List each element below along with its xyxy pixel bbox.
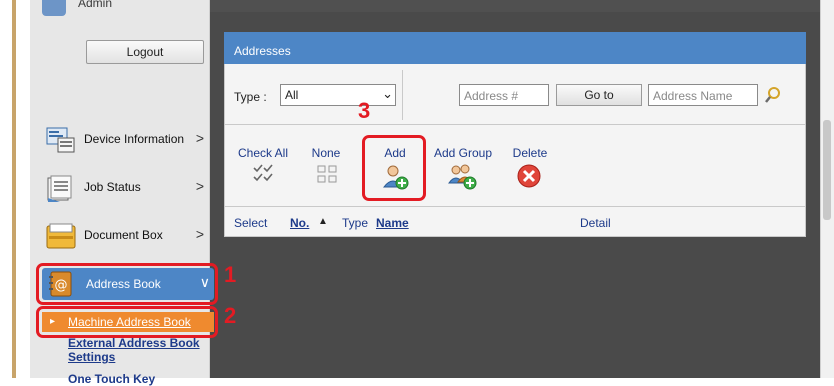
address-number-placeholder: Address #	[464, 89, 519, 103]
callout-number-2: 2	[224, 303, 237, 328]
sidebar-subitem-partial[interactable]: One Touch Key	[68, 372, 155, 386]
search-icon[interactable]	[764, 86, 782, 104]
delete-label: Delete	[512, 146, 548, 160]
chevron-right-icon: >	[195, 226, 204, 242]
column-type: Type	[342, 216, 369, 230]
scrollbar-thumb[interactable]	[823, 120, 831, 220]
column-name-sort[interactable]: Name	[376, 216, 409, 230]
user-icon	[42, 0, 66, 16]
delete-icon	[516, 163, 542, 192]
user-name: Admin	[78, 0, 113, 10]
logout-button[interactable]: Logout	[86, 40, 204, 64]
callout-box-2	[36, 306, 218, 338]
add-group-button[interactable]: Add Group	[426, 146, 500, 194]
sidebar-item-label: Device Information	[84, 132, 185, 146]
none-label: None	[311, 146, 341, 160]
address-name-placeholder: Address Name	[653, 89, 733, 103]
add-group-label: Add Group	[433, 146, 493, 160]
sidebar-item-device-information[interactable]: Device Information >	[38, 122, 208, 158]
callout-box-3	[362, 135, 426, 201]
type-select[interactable]: All ⌄	[280, 84, 396, 106]
divider	[224, 206, 806, 207]
callout-number-3: 3	[358, 98, 371, 123]
sort-ascending-icon: ▲	[318, 216, 328, 227]
none-button[interactable]: None	[300, 146, 352, 190]
column-detail: Detail	[580, 216, 611, 230]
device-information-icon	[46, 126, 76, 154]
sidebar-item-label: Job Status	[84, 180, 141, 194]
chevron-right-icon: >	[195, 130, 204, 146]
chevron-down-icon: ⌄	[382, 86, 393, 101]
address-name-input[interactable]: Address Name	[648, 84, 758, 106]
address-number-input[interactable]: Address #	[459, 84, 549, 106]
uncheck-all-icon	[316, 164, 338, 187]
external-address-book-settings-link[interactable]: External Address Book Settings	[68, 336, 208, 364]
panel-title: Addresses	[224, 32, 806, 64]
toolbar-separator	[402, 70, 403, 120]
check-all-icon	[252, 164, 274, 187]
check-all-label: Check All	[237, 146, 289, 160]
document-box-icon	[46, 222, 76, 250]
check-all-button[interactable]: Check All	[230, 146, 296, 190]
left-edge-line	[12, 0, 16, 378]
type-select-value: All	[285, 88, 299, 102]
type-label: Type :	[234, 90, 267, 104]
job-status-icon	[46, 174, 76, 202]
sidebar-item-document-box[interactable]: Document Box >	[38, 218, 208, 254]
divider	[224, 124, 806, 125]
sidebar-item-job-status[interactable]: Job Status >	[38, 170, 208, 206]
top-bar	[210, 0, 820, 12]
delete-button[interactable]: Delete	[504, 146, 556, 194]
sidebar-item-label: Document Box	[84, 228, 163, 242]
go-to-button[interactable]: Go to	[556, 84, 642, 106]
chevron-right-icon: >	[195, 178, 204, 194]
callout-number-1: 1	[224, 262, 237, 287]
column-number-sort[interactable]: No.	[290, 216, 309, 230]
address-list-header: Select No. ▲ Type Name Detail	[224, 216, 806, 234]
callout-box-1	[36, 263, 218, 305]
add-group-icon	[448, 163, 478, 194]
column-select: Select	[234, 216, 268, 230]
